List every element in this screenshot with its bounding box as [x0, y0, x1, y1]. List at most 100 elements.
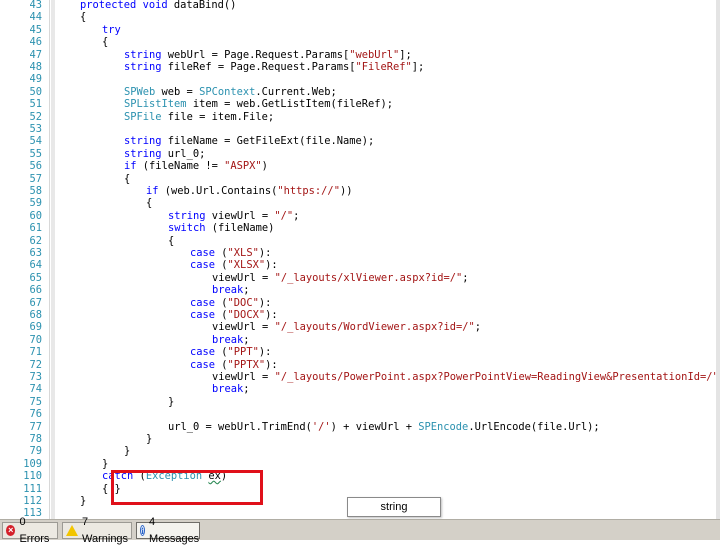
- code-line[interactable]: 109}: [0, 458, 720, 470]
- type-token: SPListItem: [124, 98, 187, 111]
- code-token: ):: [258, 346, 272, 359]
- error-list-toolbar: × 0 Errors 7 Warnings i 4 Messages: [0, 516, 720, 545]
- code-line[interactable]: 72 case ("PPTX"):: [0, 359, 720, 371]
- code-text: viewUrl = "/_layouts/PowerPoint.aspx?Pow…: [212, 371, 720, 383]
- line-number: 73: [29, 371, 42, 383]
- code-line[interactable]: 60 string viewUrl = "/";: [0, 210, 720, 222]
- line-number: 67: [29, 296, 42, 309]
- code-line[interactable]: 77 url_0 = webUrl.TrimEnd('/') + viewUrl …: [0, 421, 720, 433]
- code-token: {: [124, 172, 131, 185]
- code-line[interactable]: 56 if (fileName != "ASPX"): [0, 160, 720, 172]
- code-line[interactable]: 47 string webUrl = Page.Request.Params["w…: [0, 49, 720, 61]
- code-line[interactable]: 46 {: [0, 36, 720, 48]
- code-line[interactable]: 53: [0, 123, 720, 135]
- code-line[interactable]: 76: [0, 408, 720, 420]
- line-number: 58: [29, 185, 42, 197]
- errors-filter-button[interactable]: × 0 Errors: [2, 516, 58, 545]
- keyword-token: if: [146, 185, 165, 197]
- code-line[interactable]: 57 {: [0, 173, 720, 185]
- code-token: {: [80, 11, 87, 24]
- code-line[interactable]: 55 string url_0;: [0, 148, 720, 160]
- code-line[interactable]: 44 {: [0, 11, 720, 23]
- code-token: viewUrl =: [212, 271, 275, 284]
- code-line[interactable]: 79}: [0, 445, 720, 457]
- code-token: {: [168, 234, 175, 247]
- code-token: web =: [155, 85, 200, 98]
- code-token: (fileName): [211, 222, 275, 235]
- code-token: }: [146, 433, 153, 445]
- code-line[interactable]: 63 case ("XLS"):: [0, 247, 720, 259]
- code-line[interactable]: 78}: [0, 433, 720, 445]
- code-line[interactable]: 69 viewUrl = "/_layouts/WordViewer.aspx?i…: [0, 321, 720, 333]
- code-line[interactable]: 52 SPFile file = item.File;: [0, 111, 720, 123]
- code-line[interactable]: 59 {: [0, 197, 720, 209]
- code-line[interactable]: 73 viewUrl = "/_layouts/PowerPoint.aspx?P…: [0, 371, 720, 383]
- code-token: (fileName !=: [142, 160, 225, 173]
- code-line[interactable]: 75}: [0, 396, 720, 408]
- string-token: '/': [311, 420, 331, 433]
- code-token: viewUrl =: [211, 209, 275, 222]
- code-token: dataBind(): [173, 0, 237, 11]
- line-number: 64: [29, 259, 42, 272]
- string-token: "/_layouts/WordViewer.aspx?id=/": [274, 321, 475, 334]
- code-token: ):: [265, 309, 278, 321]
- code-line[interactable]: 66 break;: [0, 284, 720, 296]
- line-number: 109: [23, 457, 42, 470]
- code-line[interactable]: 65 viewUrl = "/_layouts/xlViewer.aspx?id=…: [0, 272, 720, 284]
- code-token: item = web.GetListItem(fileRef);: [186, 98, 394, 111]
- code-text: case ("XLS"):: [190, 247, 271, 259]
- code-token: )): [339, 185, 353, 197]
- code-text: }: [168, 396, 174, 408]
- code-line[interactable]: 49: [0, 73, 720, 85]
- code-line[interactable]: 51 SPListItem item = web.GetListItem(file…: [0, 98, 720, 110]
- code-token: fileName = GetFileExt(file.Name);: [167, 135, 375, 148]
- code-token: {: [102, 36, 109, 49]
- code-text: switch (fileName): [168, 222, 274, 234]
- code-line[interactable]: 111{ }: [0, 483, 720, 495]
- code-token: {: [146, 197, 153, 210]
- string-token: "DOCX": [227, 309, 266, 321]
- code-editor[interactable]: 43 protected void dataBind() 44 {45 try 46 {47…: [0, 0, 720, 519]
- messages-filter-button[interactable]: i 4 Messages: [136, 516, 200, 545]
- code-text: {: [146, 197, 152, 209]
- code-line[interactable]: 54 string fileName = GetFileExt(file.Name…: [0, 135, 720, 147]
- code-line[interactable]: 43 protected void dataBind(): [0, 0, 720, 11]
- code-line[interactable]: 71 case ("PPT"):: [0, 346, 720, 358]
- catch-block-highlight-box: [111, 470, 263, 505]
- code-line[interactable]: 70 break;: [0, 334, 720, 346]
- code-line[interactable]: 74 break;: [0, 383, 720, 395]
- code-token: ) + viewUrl +: [330, 420, 419, 433]
- string-token: "DOC": [227, 296, 259, 309]
- code-text: case ("XLSX"):: [190, 259, 278, 271]
- line-number: 78: [29, 433, 42, 445]
- code-line[interactable]: 68 case ("DOCX"):: [0, 309, 720, 321]
- keyword-token: case: [190, 309, 222, 321]
- code-line[interactable]: 110 catch (Exception ex): [0, 470, 720, 482]
- keyword-token: case: [190, 296, 222, 309]
- code-text: case ("DOC"):: [190, 297, 271, 309]
- code-line[interactable]: 58 if (web.Url.Contains("https://")): [0, 185, 720, 197]
- keyword-token: string: [124, 48, 168, 61]
- code-text: }: [146, 433, 152, 445]
- code-text: {: [168, 235, 174, 247]
- code-line[interactable]: 64 case ("XLSX"):: [0, 259, 720, 271]
- line-number: 54: [29, 135, 42, 148]
- warnings-filter-button[interactable]: 7 Warnings: [62, 516, 132, 545]
- code-line[interactable]: 48 string fileRef = Page.Request.Params["…: [0, 61, 720, 73]
- code-line[interactable]: 62 {: [0, 235, 720, 247]
- editor-scroll-edge: [716, 0, 720, 519]
- line-number: 76: [29, 408, 42, 421]
- keyword-token: string: [124, 135, 168, 148]
- code-line[interactable]: 67 case ("DOC"):: [0, 297, 720, 309]
- warning-icon: [66, 525, 78, 536]
- code-line[interactable]: 45 try: [0, 24, 720, 36]
- code-text: viewUrl = "/_layouts/WordViewer.aspx?id=…: [212, 321, 481, 333]
- code-token: ;: [462, 271, 469, 284]
- code-token: viewUrl =: [212, 371, 275, 383]
- code-text: case ("PPT"):: [190, 346, 271, 358]
- line-number: 44: [29, 11, 42, 24]
- code-token: ):: [265, 259, 278, 272]
- code-line[interactable]: 61 switch (fileName): [0, 222, 720, 234]
- code-line[interactable]: 50 SPWeb web = SPContext.Current.Web;: [0, 86, 720, 98]
- code-token: viewUrl =: [212, 321, 275, 334]
